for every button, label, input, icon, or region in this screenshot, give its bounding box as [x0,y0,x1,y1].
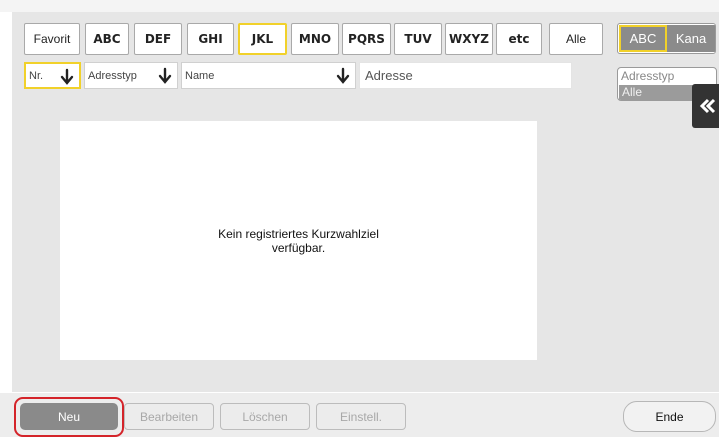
column-header-address: Adresse [359,62,572,89]
column-header-name[interactable]: Name [181,62,356,89]
tab-wxyz[interactable]: WXYZ [445,23,493,55]
column-label-nr: Nr. [29,69,44,82]
edit-button[interactable]: Bearbeiten [124,403,214,430]
column-header-nr[interactable]: Nr. [24,62,81,89]
tab-def[interactable]: DEF [134,23,182,55]
double-chevron-left-icon [699,98,716,114]
tab-tuv[interactable]: TUV [394,23,442,55]
column-header-type[interactable]: Adresstyp [84,62,178,89]
address-book-screen: Favorit ABC DEF GHI JKL MNO PQRS TUV WXY… [0,0,719,437]
column-label-type: Adresstyp [88,69,137,82]
tab-abc[interactable]: ABC [85,23,129,55]
tab-ghi[interactable]: GHI [187,23,234,55]
tab-alle[interactable]: Alle [549,23,603,55]
tab-mno[interactable]: MNO [291,23,339,55]
kana-button[interactable]: Kana [667,25,715,52]
top-strip [0,0,719,12]
tab-pqrs[interactable]: PQRS [342,23,391,55]
sort-down-arrow-icon [336,67,350,84]
delete-button[interactable]: Löschen [220,403,310,430]
empty-list-message: Kein registriertes Kurzwahlziel verfügba… [218,227,379,255]
destination-list: Kein registriertes Kurzwahlziel verfügba… [60,121,537,360]
settings-button[interactable]: Einstell. [316,403,406,430]
sort-down-arrow-icon [60,68,74,85]
column-label-address: Adresse [365,68,413,83]
end-button[interactable]: Ende [623,401,716,432]
tab-jkl[interactable]: JKL [238,23,287,55]
tab-etc[interactable]: etc [496,23,542,55]
filter-label: Adresstyp [621,69,675,83]
column-label-name: Name [185,69,215,82]
side-panel-toggle[interactable] [692,84,719,128]
new-button[interactable]: Neu [20,403,118,430]
abc-kana-toggle: ABC Kana [617,23,716,54]
tab-favorit[interactable]: Favorit [24,23,80,55]
abc-button[interactable]: ABC [619,25,667,52]
sort-down-arrow-icon [158,67,172,84]
